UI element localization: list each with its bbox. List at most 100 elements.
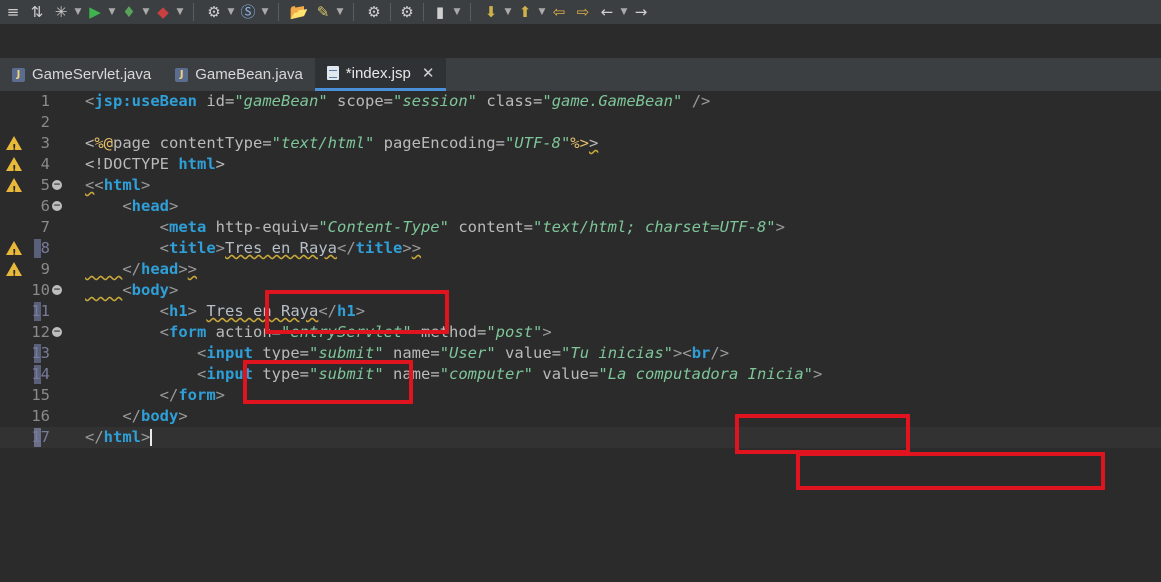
toolbar-separator xyxy=(423,3,424,21)
pen-icon[interactable]: ✎ xyxy=(312,1,334,23)
open-folder-icon[interactable]: 📂 xyxy=(288,1,310,23)
chevron-down-icon[interactable]: ▼ xyxy=(620,7,628,17)
line-number: 14 xyxy=(31,365,50,383)
toolbar-separator xyxy=(353,3,354,21)
annotation-box-h1 xyxy=(243,360,413,404)
line-number: 4 xyxy=(40,155,50,173)
gutter: 1 xyxy=(0,91,70,112)
toggle-mark-icon[interactable]: ▮ xyxy=(429,1,451,23)
chevron-down-icon[interactable]: ▼ xyxy=(504,7,512,17)
next-annotation-icon[interactable]: ⬇ xyxy=(480,1,502,23)
toolbar-sync-icon[interactable]: ⇅ xyxy=(26,1,48,23)
fold-icon[interactable]: − xyxy=(52,201,62,211)
line-number: 17 xyxy=(31,428,50,446)
last-edit-forward-icon[interactable]: ⇨ xyxy=(572,1,594,23)
line-number: 5 xyxy=(40,176,50,194)
code-line: 12− <form action="entryServlet" method="… xyxy=(0,322,1161,343)
run-config-icon[interactable]: ♦ xyxy=(118,1,140,23)
search-icon[interactable]: ⚙ xyxy=(396,1,418,23)
fold-icon[interactable]: − xyxy=(52,285,62,295)
code-line: 11 <h1> Tres en Raya</h1> xyxy=(0,301,1161,322)
gutter: 8 xyxy=(0,238,70,264)
chevron-down-icon[interactable]: ▼ xyxy=(142,7,150,17)
chevron-down-icon[interactable]: ▼ xyxy=(108,7,116,17)
toolbar-group: ≡ ⇅ ✳ ▼ ▶ ▼ ♦ ▼ ◆ ▼ xyxy=(2,1,184,23)
forward-icon[interactable]: → xyxy=(630,1,652,23)
close-icon[interactable]: ✕ xyxy=(422,64,435,82)
tab-gameservlet-java[interactable]: J GameServlet.java xyxy=(0,58,163,91)
gutter: 15 xyxy=(0,385,70,406)
jsp-file-icon xyxy=(326,66,339,80)
annotation-box-computer-value xyxy=(796,452,1105,490)
back-icon[interactable]: ← xyxy=(596,1,618,23)
gutter: 12− xyxy=(0,322,70,343)
chevron-down-icon[interactable]: ▼ xyxy=(74,7,82,17)
line-number: 6 xyxy=(40,197,50,215)
line-number: 2 xyxy=(40,113,50,131)
gutter: 11 xyxy=(0,301,70,322)
code-text: <meta http-equiv="Content-Type" content=… xyxy=(159,218,785,236)
chevron-down-icon[interactable]: ▼ xyxy=(227,7,235,17)
code-editor[interactable]: 1 <jsp:useBean id="gameBean" scope="sess… xyxy=(0,91,1161,582)
code-line: 14 <input type="submit" name="computer" … xyxy=(0,364,1161,385)
code-text: </body> xyxy=(122,407,188,425)
gutter: 5− xyxy=(0,175,70,201)
new-servlet-icon[interactable]: Ⓢ xyxy=(237,1,259,23)
toolbar-menu-icon[interactable]: ≡ xyxy=(2,1,24,23)
toolbar-group: ⚙ ⚙ ▮ ▼ xyxy=(363,1,461,23)
fold-icon[interactable]: − xyxy=(52,180,62,190)
line-number: 10 xyxy=(31,281,50,299)
code-line: 13 <input type="submit" name="User" valu… xyxy=(0,343,1161,364)
code-text: <body> xyxy=(122,281,179,299)
gutter: 17 xyxy=(0,427,70,448)
code-text: <head> xyxy=(122,197,179,215)
code-line: 3 <%@page contentType="text/html" pageEn… xyxy=(0,133,1161,159)
tab-index-jsp[interactable]: *index.jsp ✕ xyxy=(314,58,447,91)
run-icon[interactable]: ▶ xyxy=(84,1,106,23)
toolbar-separator xyxy=(390,3,391,21)
web-browser-icon[interactable]: ⚙ xyxy=(363,1,385,23)
code-line: 6− <head> xyxy=(0,196,1161,217)
code-text: <!DOCTYPE html> xyxy=(85,155,225,173)
gutter: 16 xyxy=(0,406,70,427)
line-number: 16 xyxy=(31,407,50,425)
code-text: <%@page contentType="text/html" pageEnco… xyxy=(85,134,599,152)
gutter: 2 xyxy=(0,112,70,133)
toolbar-separator xyxy=(278,3,279,21)
gutter: 6− xyxy=(0,196,70,217)
java-file-icon: J xyxy=(175,67,189,82)
toolbar-group: ⬇ ▼ ⬆ ▼ ⇦ ⇨ ← ▼ → xyxy=(480,1,652,23)
tab-label: GameServlet.java xyxy=(32,66,152,83)
chevron-down-icon[interactable]: ▼ xyxy=(538,7,546,17)
code-line: 2 xyxy=(0,112,1161,133)
tab-gamebean-java[interactable]: J GameBean.java xyxy=(163,58,315,91)
toolbar-debug-icon[interactable]: ✳ xyxy=(50,1,72,23)
new-wizard-icon[interactable]: ⚙ xyxy=(203,1,225,23)
code-text: <<html> xyxy=(85,176,151,194)
line-number: 7 xyxy=(40,218,50,236)
code-text: <input type="submit" name="computer" val… xyxy=(196,365,823,383)
code-line: 16 </body> xyxy=(0,406,1161,427)
code-line: 15 </form> xyxy=(0,385,1161,406)
line-number: 12 xyxy=(31,323,50,341)
chevron-down-icon[interactable]: ▼ xyxy=(261,7,269,17)
chevron-down-icon[interactable]: ▼ xyxy=(176,7,184,17)
line-number: 3 xyxy=(40,134,50,152)
chevron-down-icon[interactable]: ▼ xyxy=(453,7,461,17)
line-number: 1 xyxy=(40,92,50,110)
code-line: 9 </head>> xyxy=(0,259,1161,285)
text-cursor xyxy=(150,429,153,446)
toolbar-separator xyxy=(193,3,194,21)
previous-annotation-icon[interactable]: ⬆ xyxy=(514,1,536,23)
chevron-down-icon[interactable]: ▼ xyxy=(336,7,344,17)
gutter: 3 xyxy=(0,133,70,159)
fold-icon[interactable]: − xyxy=(52,327,62,337)
last-edit-back-icon[interactable]: ⇦ xyxy=(548,1,570,23)
code-text: </form> xyxy=(159,386,225,404)
toolbar-separator xyxy=(470,3,471,21)
annotation-box-user-value xyxy=(735,414,910,454)
stop-server-icon[interactable]: ◆ xyxy=(152,1,174,23)
main-toolbar: ≡ ⇅ ✳ ▼ ▶ ▼ ♦ ▼ ◆ ▼ ⚙ ▼ Ⓢ ▼ 📂 ✎ ▼ ⚙ ⚙ ▮ ▼ ⬇ ▼ ⬆ ▼ … xyxy=(0,0,1161,24)
code-text: <title>Tres en Raya</title>> xyxy=(159,239,422,257)
tab-label: GameBean.java xyxy=(195,66,303,83)
